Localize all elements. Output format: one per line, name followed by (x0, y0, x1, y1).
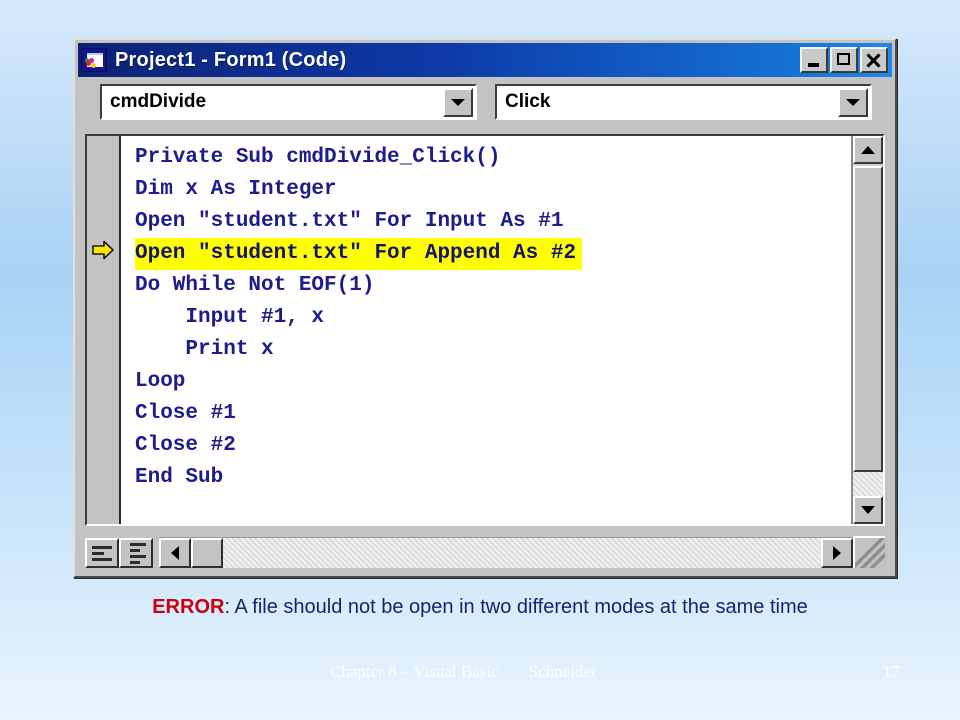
error-message: : A file should not be open in two diffe… (224, 596, 808, 618)
code-line: Open "student.txt" For Input As #1 (135, 210, 564, 233)
procedure-dropdown[interactable]: Click (495, 84, 872, 120)
full-module-view-icon (130, 542, 146, 546)
code-line: Private Sub cmdDivide_Click() (135, 146, 501, 169)
maximize-button[interactable] (830, 47, 858, 73)
window-controls (800, 47, 888, 73)
resize-grip-icon[interactable] (853, 536, 885, 568)
scroll-up-button[interactable] (853, 136, 883, 164)
minimize-button[interactable] (800, 47, 828, 73)
footer-author: Schneider (528, 662, 597, 681)
code-line-highlighted-wrapper: Open "student.txt" For Append As #2 (121, 238, 851, 270)
vertical-scrollbar-thumb[interactable] (853, 166, 883, 472)
code-window-bottom-bar (85, 530, 885, 568)
code-line: Close #2 (135, 434, 236, 457)
footer-page-number: 17 (883, 662, 900, 681)
procedure-view-button[interactable] (85, 538, 119, 568)
code-line: Dim x As Integer (135, 178, 337, 201)
maximize-icon (837, 53, 850, 65)
code-line: End Sub (135, 466, 224, 489)
code-text-area[interactable]: Private Sub cmdDivide_Click() Dim x As I… (121, 136, 851, 524)
procedure-view-icon (92, 545, 112, 549)
scroll-right-button[interactable] (821, 538, 853, 568)
footer-chapter: Chapter 8 – Visual Basic (330, 662, 499, 681)
chevron-down-icon[interactable] (838, 87, 868, 117)
code-editor-pane[interactable]: Private Sub cmdDivide_Click() Dim x As I… (85, 134, 885, 526)
horizontal-scrollbar-track[interactable] (223, 538, 821, 568)
procedure-dropdown-value: Click (505, 91, 551, 112)
vb-form-icon (81, 48, 107, 72)
chevron-down-icon[interactable] (443, 87, 473, 117)
scroll-down-icon (861, 506, 875, 514)
slide-footer: Chapter 8 – Visual Basic Schneider 17 (330, 662, 900, 682)
window-titlebar[interactable]: Project1 - Form1 (Code) (78, 43, 892, 77)
code-line: Print x (135, 338, 274, 361)
scroll-left-button[interactable] (159, 538, 191, 568)
horizontal-scrollbar[interactable] (159, 537, 853, 568)
scroll-down-button[interactable] (853, 496, 883, 524)
minimize-icon (808, 63, 819, 67)
scroll-right-icon (833, 546, 841, 560)
code-line: Close #1 (135, 402, 236, 425)
object-dropdown-value: cmdDivide (110, 91, 207, 112)
code-window-toolbar: cmdDivide Click (78, 81, 892, 123)
code-line: Input #1, x (135, 306, 325, 329)
scroll-up-icon (861, 146, 875, 154)
horizontal-scrollbar-thumb[interactable] (191, 538, 223, 568)
editor-margin-indicator-bar[interactable] (87, 136, 121, 524)
vertical-scrollbar[interactable] (851, 136, 883, 524)
vertical-scrollbar-track[interactable] (853, 472, 883, 496)
close-button[interactable] (860, 47, 888, 73)
vb-code-window: Project1 - Form1 (Code) cmdDivide Click (73, 38, 897, 578)
full-module-view-button[interactable] (119, 538, 153, 568)
code-line: Do While Not EOF(1) (135, 274, 375, 297)
object-dropdown[interactable]: cmdDivide (100, 84, 477, 120)
code-line-highlighted: Open "student.txt" For Append As #2 (135, 238, 583, 270)
error-caption: ERROR: A file should not be open in two … (0, 596, 960, 619)
execution-arrow-icon (92, 240, 114, 260)
code-line: Loop (135, 370, 186, 393)
error-label: ERROR (152, 596, 225, 618)
scroll-left-icon (171, 546, 179, 560)
window-title: Project1 - Form1 (Code) (115, 48, 347, 71)
